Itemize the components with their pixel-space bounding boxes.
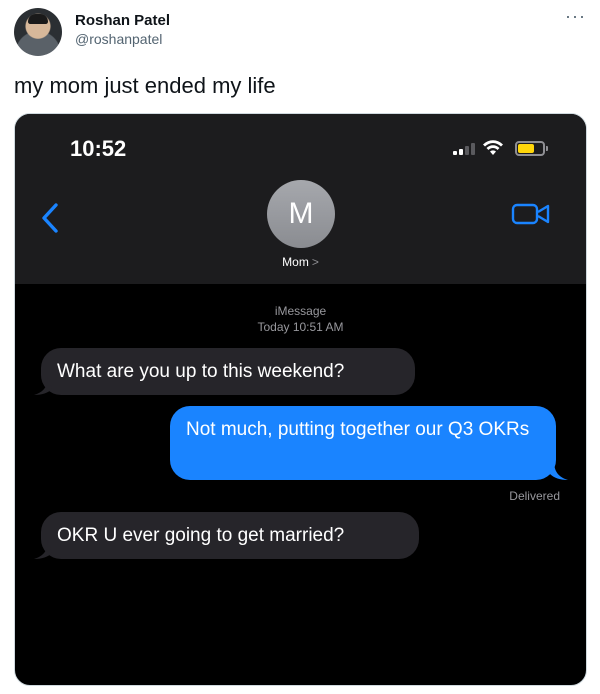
contact-name: Mom xyxy=(282,255,309,269)
contact-name-row[interactable]: Mom > xyxy=(15,255,586,269)
wifi-icon xyxy=(483,140,503,155)
message-bubble-sent[interactable]: Not much, putting together our Q3 OKRs xyxy=(170,406,556,480)
contact-chevron-icon: > xyxy=(311,255,319,269)
message-text: Not much, putting together our Q3 OKRs xyxy=(186,419,530,440)
author-handle[interactable]: @roshanpatel xyxy=(75,31,162,47)
cellular-signal-icon xyxy=(453,143,475,155)
bubble-tail xyxy=(550,461,568,480)
bubble-tail xyxy=(34,540,52,559)
message-bubble-received[interactable]: OKR U ever going to get married? xyxy=(41,512,419,559)
back-chevron-icon[interactable] xyxy=(39,202,61,234)
service-timestamp: Today 10:51 AM xyxy=(257,320,344,334)
screenshot-image: 10:52 M Mom > iMessage Today 10:51 AM Wha… xyxy=(14,113,587,686)
author-avatar[interactable] xyxy=(14,8,62,56)
message-text: OKR U ever going to get married? xyxy=(57,525,345,546)
contact-avatar[interactable]: M xyxy=(267,180,335,248)
tweet-header: Roshan Patel @roshanpatel ··· xyxy=(14,7,586,60)
message-bubble-received[interactable]: What are you up to this weekend? xyxy=(41,348,415,395)
author-name[interactable]: Roshan Patel xyxy=(75,12,170,29)
delivered-status: Delivered xyxy=(509,489,560,503)
service-header: iMessage Today 10:51 AM xyxy=(15,303,586,335)
bubble-tail xyxy=(34,376,52,395)
status-time: 10:52 xyxy=(70,136,127,161)
tweet-text: my mom just ended my life xyxy=(14,73,276,98)
service-label: iMessage xyxy=(274,304,327,318)
facetime-video-icon[interactable] xyxy=(511,202,551,226)
battery-icon xyxy=(515,141,548,156)
more-options-icon[interactable]: ··· xyxy=(565,7,586,25)
message-text: What are you up to this weekend? xyxy=(57,361,345,382)
